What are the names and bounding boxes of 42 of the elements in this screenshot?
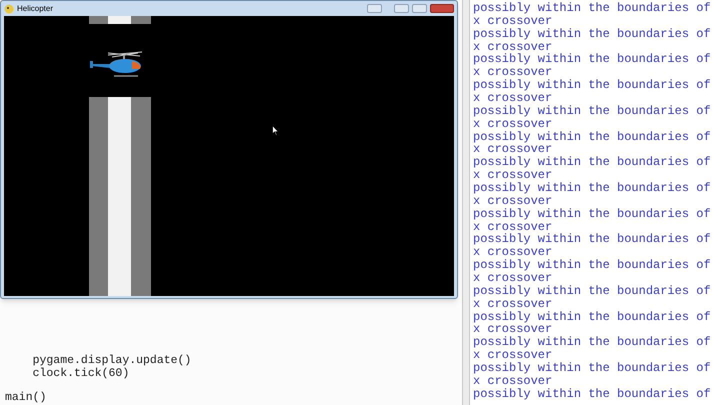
output-line: possibly within the boundaries of	[473, 284, 712, 298]
output-line: possibly within the boundaries of	[473, 233, 712, 246]
output-line: possibly within the boundaries of	[473, 336, 712, 350]
output-line: x crossover	[473, 194, 554, 208]
output-line: x crossover	[473, 349, 552, 362]
restore-button[interactable]	[367, 4, 382, 13]
output-line: possibly within the boundaries of	[473, 28, 712, 41]
output-line: x crossover	[473, 14, 554, 28]
output-line: possibly within the boundaries of	[473, 53, 712, 66]
code-line: pygame.display.update()	[32, 355, 192, 368]
output-line: x crossover	[473, 246, 552, 260]
output-line: x crossover	[473, 92, 552, 105]
window-title: Helicopter	[17, 4, 54, 12]
output-line: x crossover	[473, 40, 552, 54]
output-line: possibly within the boundaries of	[473, 388, 712, 401]
output-line: x crossover	[473, 272, 552, 285]
output-line: x crossover	[473, 118, 554, 131]
output-line: possibly within the boundaries of	[473, 2, 712, 15]
output-line: possibly within the boundaries of	[473, 79, 712, 92]
output-line: x crossover	[473, 298, 554, 311]
output-line: possibly within the boundaries of	[473, 130, 712, 144]
output-line: possibly within the boundaries of	[473, 182, 712, 195]
output-line: x crossover	[473, 66, 552, 80]
output-line: possibly within the boundaries of	[473, 156, 712, 170]
code-line: main()	[5, 392, 48, 404]
output-line: x crossover	[473, 143, 552, 156]
code-line: clock.tick(60)	[32, 368, 130, 380]
maximize-button[interactable]	[412, 4, 427, 13]
mouse-cursor-icon	[272, 125, 279, 136]
output-line: x crossover	[473, 220, 552, 234]
output-line: x crossover	[473, 374, 554, 388]
output-line: possibly within the boundaries of	[473, 208, 712, 221]
top-pillar	[89, 16, 151, 24]
pane-splitter[interactable]	[463, 0, 470, 405]
minimize-button[interactable]	[394, 4, 409, 13]
output-line: x crossover	[473, 169, 552, 182]
output-line: possibly within the boundaries of	[473, 310, 712, 324]
close-button[interactable]	[430, 4, 454, 13]
output-line: possibly within the boundaries of	[473, 362, 712, 375]
output-line: possibly within the boundaries of	[473, 259, 712, 272]
output-line: possibly within the boundaries of	[473, 104, 712, 118]
output-line: x crossover	[473, 323, 552, 336]
